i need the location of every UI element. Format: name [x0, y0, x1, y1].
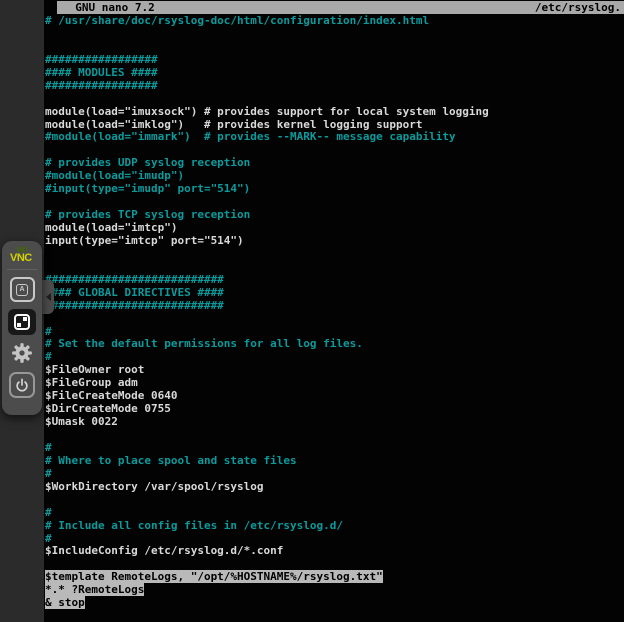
keyboard-button[interactable]: A	[10, 277, 35, 302]
power-icon	[13, 376, 31, 394]
settings-button[interactable]	[11, 342, 33, 364]
terminal-line: $DirCreateMode 0755	[45, 403, 624, 416]
terminal-line: input(type="imtcp" port="514")	[45, 235, 624, 248]
terminal-line: # /usr/share/doc/rsyslog-doc/html/config…	[45, 15, 624, 28]
terminal-line: # Where to place spool and state files	[45, 455, 624, 468]
terminal-line: & stop	[45, 597, 624, 610]
novnc-logo: no VNC	[2, 241, 42, 264]
terminal-window: GNU nano 7.2 /etc/rsyslog. # /usr/share/…	[44, 0, 624, 622]
terminal-line: # Set the default permissions for all lo…	[45, 338, 624, 351]
gear-icon	[11, 342, 33, 364]
vnc-button-column: A	[2, 270, 42, 398]
chevron-left-icon	[46, 293, 51, 301]
terminal-line: # Include all config files in /etc/rsysl…	[45, 520, 624, 533]
terminal-line	[45, 248, 624, 261]
vnc-control-bar: no VNC A	[2, 241, 42, 415]
terminal-line: $IncludeConfig /etc/rsyslog.d/*.conf	[45, 545, 624, 558]
terminal-line: $Umask 0022	[45, 416, 624, 429]
nano-app-title: GNU nano 7.2	[62, 1, 155, 14]
page-background: { "window": { "app_title": " GNU nano 7.…	[0, 0, 624, 622]
terminal-line: #################	[45, 80, 624, 93]
panel-collapse-handle[interactable]	[42, 280, 54, 314]
terminal-line	[45, 313, 624, 326]
terminal-line: #module(load="immark") # provides --MARK…	[45, 131, 624, 144]
terminal-line: $WorkDirectory /var/spool/rsyslog	[45, 481, 624, 494]
terminal-line: ###########################	[45, 300, 624, 313]
terminal-line	[45, 28, 624, 41]
novnc-logo-vnc: VNC	[10, 253, 42, 264]
nano-titlebar: GNU nano 7.2 /etc/rsyslog.	[57, 1, 624, 14]
fullscreen-button[interactable]	[8, 309, 36, 335]
nano-file-title: /etc/rsyslog.	[535, 1, 621, 14]
terminal-line	[45, 429, 624, 442]
terminal-line	[45, 494, 624, 507]
fullscreen-icon	[14, 314, 30, 330]
terminal-line: #input(type="imudp" port="514")	[45, 183, 624, 196]
keycap-a-icon: A	[16, 284, 28, 296]
terminal-body[interactable]: # /usr/share/doc/rsyslog-doc/html/config…	[45, 15, 624, 622]
terminal-line: *.* ?RemoteLogs	[45, 584, 624, 597]
power-button[interactable]	[9, 372, 35, 398]
